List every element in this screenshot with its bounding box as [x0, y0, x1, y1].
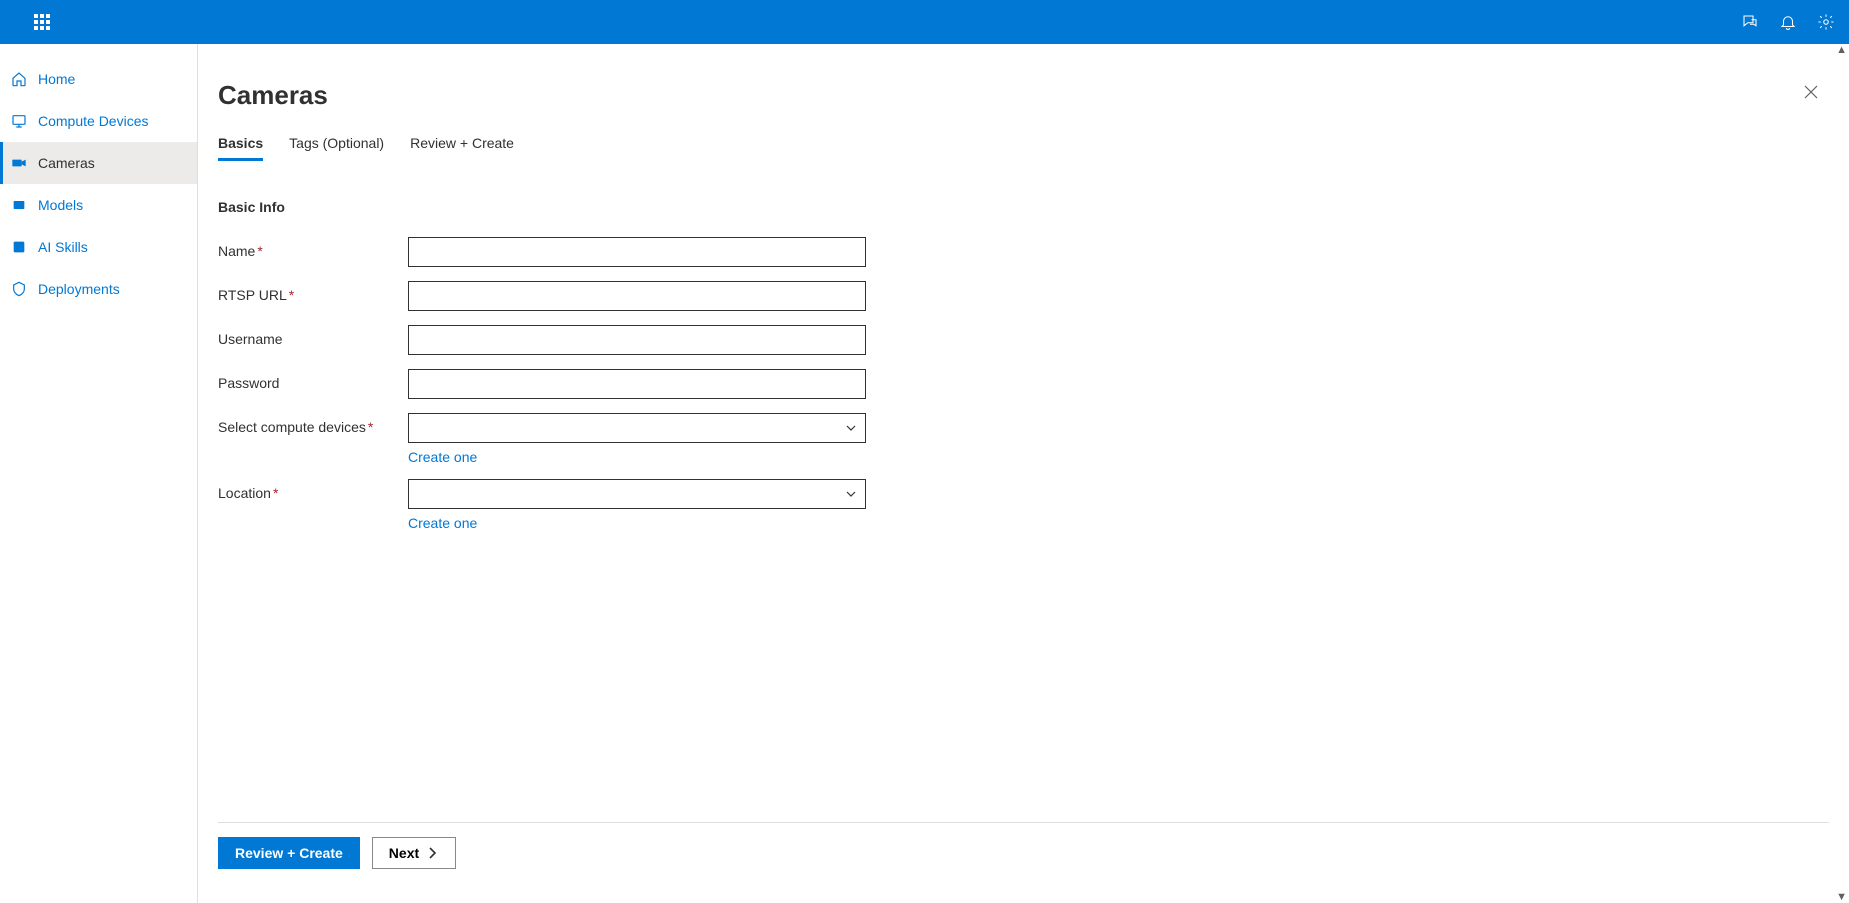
next-button[interactable]: Next	[372, 837, 456, 869]
required-marker: *	[368, 419, 373, 435]
sidebar-item-compute-devices[interactable]: Compute Devices	[0, 100, 197, 142]
sidebar-item-cameras[interactable]: Cameras	[0, 142, 197, 184]
deployments-icon	[10, 280, 28, 298]
rtsp-input[interactable]	[408, 281, 866, 311]
sidebar-item-label: Cameras	[38, 155, 95, 171]
review-create-button[interactable]: Review + Create	[218, 837, 360, 869]
field-label: RTSP URL*	[218, 281, 408, 303]
tab-strip: Basics Tags (Optional) Review + Create	[218, 129, 1829, 159]
section-heading: Basic Info	[218, 199, 1829, 215]
sidebar-item-label: Compute Devices	[38, 113, 149, 129]
models-icon	[10, 196, 28, 214]
name-input[interactable]	[408, 237, 866, 267]
location-select[interactable]	[408, 479, 866, 509]
sidebar-item-home[interactable]: Home	[0, 58, 197, 100]
field-row-password: Password	[218, 369, 1829, 399]
device-icon	[10, 112, 28, 130]
feedback-icon[interactable]	[1741, 13, 1759, 31]
tab-basics[interactable]: Basics	[218, 129, 263, 159]
sidebar: Home Compute Devices Cameras Models AI S…	[0, 44, 198, 903]
field-label: Name*	[218, 237, 408, 259]
page-title: Cameras	[218, 80, 1829, 111]
notifications-icon[interactable]	[1779, 13, 1797, 31]
field-row-compute: Select compute devices* Create one	[218, 413, 1829, 465]
settings-icon[interactable]	[1817, 13, 1835, 31]
close-icon	[1803, 84, 1819, 100]
chevron-down-icon	[845, 422, 857, 434]
scroll-down-icon[interactable]: ▼	[1836, 891, 1847, 903]
username-input[interactable]	[408, 325, 866, 355]
chevron-right-icon	[425, 846, 439, 860]
close-button[interactable]	[1803, 84, 1819, 100]
field-row-location: Location* Create one	[218, 479, 1829, 531]
password-input[interactable]	[408, 369, 866, 399]
footer: Review + Create Next	[218, 822, 1829, 903]
required-marker: *	[289, 287, 294, 303]
create-location-link[interactable]: Create one	[408, 515, 866, 531]
field-row-rtsp: RTSP URL*	[218, 281, 1829, 311]
sidebar-item-deployments[interactable]: Deployments	[0, 268, 197, 310]
sidebar-item-label: AI Skills	[38, 239, 88, 255]
sidebar-item-label: Models	[38, 197, 83, 213]
compute-devices-select[interactable]	[408, 413, 866, 443]
sidebar-item-models[interactable]: Models	[0, 184, 197, 226]
field-label: Location*	[218, 479, 408, 501]
required-marker: *	[257, 243, 262, 259]
required-marker: *	[273, 485, 278, 501]
tab-tags[interactable]: Tags (Optional)	[289, 129, 384, 159]
sidebar-item-ai-skills[interactable]: AI Skills	[0, 226, 197, 268]
camera-icon	[10, 154, 28, 172]
field-label: Password	[218, 369, 408, 391]
create-compute-link[interactable]: Create one	[408, 449, 866, 465]
tab-review-create[interactable]: Review + Create	[410, 129, 514, 159]
app-launcher-icon[interactable]	[34, 14, 50, 30]
home-icon	[10, 70, 28, 88]
field-row-username: Username	[218, 325, 1829, 355]
field-row-name: Name*	[218, 237, 1829, 267]
chevron-down-icon	[845, 488, 857, 500]
field-label: Select compute devices*	[218, 413, 408, 435]
ai-skills-icon	[10, 238, 28, 256]
field-label: Username	[218, 325, 408, 347]
sidebar-item-label: Home	[38, 71, 75, 87]
scroll-up-icon[interactable]: ▲	[1836, 44, 1847, 56]
top-bar	[0, 0, 1849, 44]
sidebar-item-label: Deployments	[38, 281, 120, 297]
main-content: ▲ ▼ Cameras Basics Tags (Optional) Revie…	[198, 44, 1849, 903]
